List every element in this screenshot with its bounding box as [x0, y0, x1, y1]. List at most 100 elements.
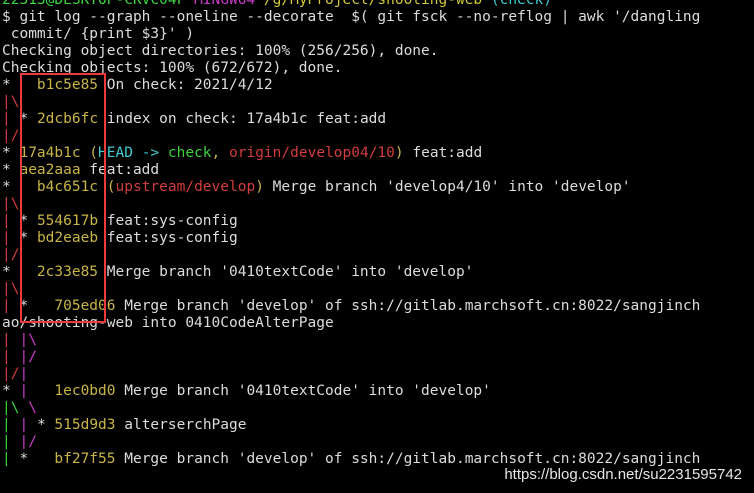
terminal-text-segment: feat:sys-config — [98, 213, 238, 229]
terminal-line: |\ \ — [2, 400, 754, 417]
terminal-text-segment: Merge branch '0410textCode' into 'develo… — [115, 383, 491, 399]
terminal-text-segment: |/ — [19, 434, 37, 450]
terminal-line: Checking objects: 100% (672/672), done. — [2, 60, 754, 77]
terminal-text-segment: feat:add — [403, 145, 483, 161]
terminal-text-segment: | — [2, 111, 20, 127]
terminal-line: |\ — [2, 94, 754, 111]
terminal-text-segment: * — [2, 77, 37, 93]
terminal-text-segment: ) — [394, 145, 404, 161]
terminal-text-segment: $ git log --graph --oneline --decorate $… — [2, 9, 701, 25]
terminal-line: |\ — [2, 196, 754, 213]
terminal-text-segment: * — [2, 264, 37, 280]
terminal-text-segment: aea2aaa — [19, 162, 81, 178]
terminal-text-segment: |\ — [2, 196, 20, 212]
terminal-text-segment: 17a4b1c — [19, 145, 81, 161]
terminal-text-segment: b4c651c — [36, 179, 99, 195]
terminal-text-segment: feat:add — [80, 162, 160, 178]
terminal-text-segment: 2c33e85 — [36, 264, 99, 280]
terminal-text-segment: ( — [80, 145, 99, 161]
terminal-text-segment: 554617b — [36, 213, 99, 229]
terminal-text-segment: index on check: 17a4b1c feat:add — [98, 111, 387, 127]
terminal-text-segment: 1ec0bd0 — [54, 383, 116, 399]
terminal-text-segment: * — [19, 451, 55, 467]
terminal-text-segment: bd2eaeb — [36, 230, 99, 246]
terminal-text-segment: commit/ {print $3}' ) — [2, 26, 195, 42]
terminal-text-segment: 2dcb6fc — [36, 111, 99, 127]
terminal-text-segment: Merge branch 'develop' of ssh://gitlab.m… — [115, 298, 701, 314]
terminal-text-segment: Checking object directories: 100% (256/2… — [2, 43, 439, 59]
terminal-text-segment: ( — [98, 179, 116, 195]
terminal-line: * aea2aaa feat:add — [2, 162, 754, 179]
terminal-text-segment: Merge branch 'develop4/10' into 'develop… — [263, 179, 631, 195]
terminal-text-segment: * — [2, 179, 37, 195]
terminal-text-segment: (check) — [490, 0, 552, 8]
terminal-text-segment: 515d9d3 — [54, 417, 116, 433]
terminal-text-segment: /g/MyProject/shooting-web — [263, 0, 491, 8]
terminal-text-segment: |\ — [2, 281, 20, 297]
terminal-text-segment: | — [2, 230, 20, 246]
terminal-line: * | 1ec0bd0 Merge branch '0410textCode' … — [2, 383, 754, 400]
terminal-line: |/ — [2, 128, 754, 145]
terminal-text-segment: ) — [255, 179, 264, 195]
terminal-text-segment: * — [19, 298, 55, 314]
terminal-text-segment: | — [19, 366, 29, 382]
terminal-text-segment: |\ — [19, 332, 37, 348]
terminal-text-segment: |/ — [2, 128, 20, 144]
terminal-line: | |\ — [2, 332, 754, 349]
terminal-text-segment: |/ — [2, 366, 20, 382]
terminal-text-segment: Merge branch '0410textCode' into 'develo… — [98, 264, 474, 280]
terminal-line: $ git log --graph --oneline --decorate $… — [2, 9, 754, 26]
terminal-line: | * 2dcb6fc index on check: 17a4b1c feat… — [2, 111, 754, 128]
terminal-text-segment: |\ — [2, 94, 20, 110]
terminal-line: commit/ {print $3}' ) — [2, 26, 754, 43]
watermark-text: https://blog.csdn.net/su2231595742 — [504, 466, 742, 483]
terminal-output: 22313@DESKTOP-CKVC04F MINGW64 /g/MyProje… — [2, 0, 754, 468]
terminal-text-segment: 705ed06 — [54, 298, 116, 314]
terminal-text-segment: \ — [28, 400, 37, 416]
terminal-text-segment: | — [19, 417, 37, 433]
terminal-line: | * 705ed06 Merge branch 'develop' of ss… — [2, 298, 754, 315]
terminal-line: * 2c33e85 Merge branch '0410textCode' in… — [2, 264, 754, 281]
terminal-text-segment: * — [19, 230, 37, 246]
terminal-text-segment: |/ — [2, 247, 20, 263]
terminal-text-segment: * — [2, 162, 20, 178]
terminal-text-segment: , — [211, 145, 230, 161]
terminal-line: | * bd2eaeb feat:sys-config — [2, 230, 754, 247]
terminal-text-segment: | — [2, 417, 20, 433]
terminal-text-segment: | — [2, 298, 20, 314]
terminal-text-segment: | — [2, 349, 20, 365]
terminal-text-segment: feat:sys-config — [98, 230, 238, 246]
terminal-text-segment: On check: 2021/4/12 — [98, 77, 273, 93]
terminal-text-segment: * — [19, 111, 37, 127]
terminal-text-segment: HEAD -> — [98, 145, 168, 161]
terminal-text-segment: * — [2, 383, 20, 399]
terminal-line: | * 554617b feat:sys-config — [2, 213, 754, 230]
terminal-text-segment: | — [19, 383, 55, 399]
terminal-text-segment: Checking objects: 100% (672/672), done. — [2, 60, 343, 76]
terminal-line: * b1c5e85 On check: 2021/4/12 — [2, 77, 754, 94]
terminal-line: | |/ — [2, 434, 754, 451]
terminal-text-segment: * — [2, 145, 20, 161]
terminal-line: 22313@DESKTOP-CKVC04F MINGW64 /g/MyProje… — [2, 0, 754, 9]
terminal-text-segment: ao/shooting-web into 0410CodeAlterPage — [2, 315, 334, 331]
terminal-line: Checking object directories: 100% (256/2… — [2, 43, 754, 60]
terminal-line: |/ — [2, 247, 754, 264]
terminal-text-segment: Merge branch 'develop' of ssh://gitlab.m… — [115, 451, 701, 467]
terminal-text-segment: | — [2, 332, 20, 348]
terminal-text-segment: | — [2, 451, 20, 467]
terminal-text-segment: 22313@DESKTOP-CKVC04F — [2, 0, 195, 8]
terminal-text-segment: |\ — [2, 400, 29, 416]
terminal-line: |\ — [2, 281, 754, 298]
terminal-line: ao/shooting-web into 0410CodeAlterPage — [2, 315, 754, 332]
terminal-text-segment: |/ — [19, 349, 37, 365]
terminal-text-segment: check — [167, 145, 212, 161]
terminal-text-segment: | — [2, 213, 20, 229]
terminal-text-segment: MINGW64 — [194, 0, 264, 8]
terminal-text-segment: b1c5e85 — [36, 77, 99, 93]
terminal-text-segment: alterserchPage — [115, 417, 247, 433]
terminal-text-segment: origin/develop04/10 — [229, 145, 395, 161]
terminal-text-segment: upstream/develop — [115, 179, 256, 195]
terminal-line: | | * 515d9d3 alterserchPage — [2, 417, 754, 434]
terminal-text-segment: | — [2, 434, 20, 450]
terminal-line: * b4c651c (upstream/develop) Merge branc… — [2, 179, 754, 196]
